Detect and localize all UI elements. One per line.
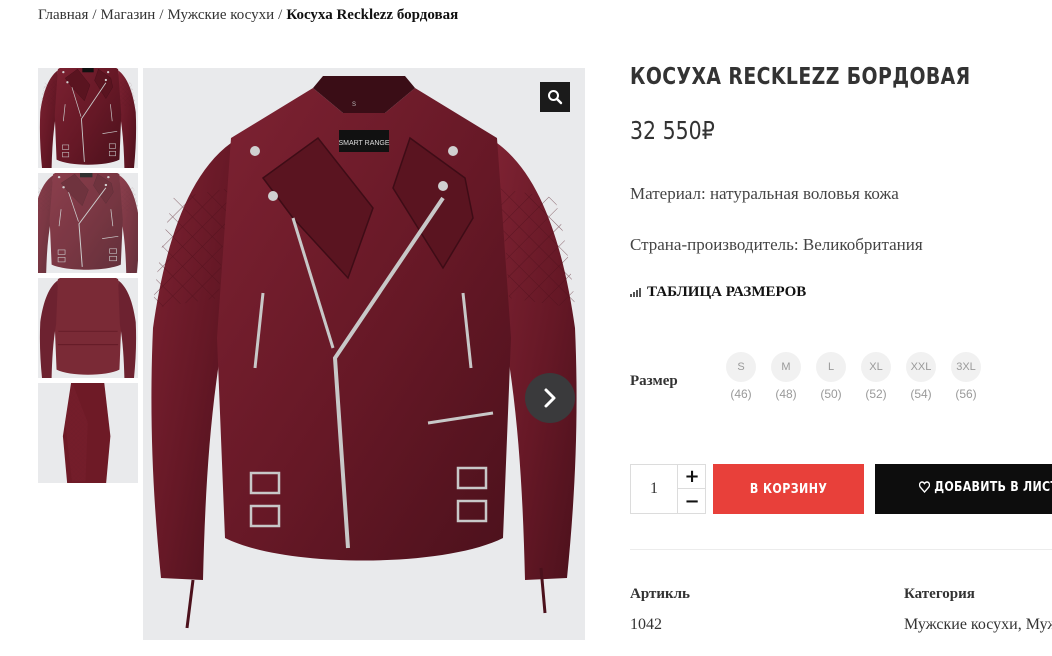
divider [630, 549, 1052, 550]
sku-label: Артикль [630, 586, 690, 602]
jacket-size-tag: S [352, 102, 356, 108]
size-table-link[interactable]: ТАБЛИЦА РАЗМЕРОВ [630, 284, 806, 301]
size-option-m[interactable]: M (48) [771, 352, 801, 401]
size-option-s[interactable]: S (46) [726, 352, 756, 401]
breadcrumb: Главная / Магазин / Мужские косухи / Косуха Re… [38, 7, 458, 24]
zoom-button[interactable] [540, 82, 570, 112]
thumbnail-back[interactable] [38, 278, 138, 378]
product-title: КОСУХА RECKLEZZ БОРДОВАЯ [630, 64, 971, 90]
size-option-letter: 3XL [951, 352, 981, 382]
size-option-number: (54) [910, 387, 932, 401]
breadcrumb-separator: / [278, 7, 283, 23]
size-option-letter: S [726, 352, 756, 382]
breadcrumb-separator: / [92, 7, 97, 23]
product-image[interactable]: SMART RANGE S [143, 68, 585, 640]
thumbnail-side[interactable] [38, 383, 138, 483]
product-country: Страна-производитель: Великобритания [630, 235, 923, 254]
size-option-letter: XXL [906, 352, 936, 382]
size-option-xxl[interactable]: XXL (54) [906, 352, 936, 401]
search-icon [548, 90, 563, 105]
size-option-3xl[interactable]: 3XL (56) [951, 352, 981, 401]
breadcrumb-link-category[interactable]: Мужские косухи [168, 7, 275, 23]
chevron-right-icon [544, 388, 556, 408]
size-option-number: (52) [865, 387, 887, 401]
add-to-wishlist-button[interactable]: ДОБАВИТЬ В ЛИСТ Ж [875, 464, 1052, 514]
add-to-cart-label: В КОРЗИНУ [749, 481, 828, 497]
category-link[interactable]: Мужские косухи, Муж [904, 616, 1052, 633]
size-option-letter: XL [861, 352, 891, 382]
size-option-xl[interactable]: XL (52) [861, 352, 891, 401]
quantity-decrease-button[interactable]: − [677, 489, 706, 513]
jacket-label-text: SMART RANGE [338, 140, 389, 147]
bar-chart-icon [630, 288, 641, 298]
next-image-button[interactable] [525, 373, 575, 423]
product-price: 32 550₽ [630, 116, 715, 145]
thumbnail-front-angle[interactable] [38, 173, 138, 273]
size-option-number: (50) [820, 387, 842, 401]
size-option-letter: L [816, 352, 846, 382]
quantity-stepper: + − [630, 464, 706, 514]
size-option-l[interactable]: L (50) [816, 352, 846, 401]
product-material: Материал: натуральная воловья кожа [630, 184, 899, 203]
quantity-input[interactable] [631, 465, 677, 513]
size-option-number: (46) [730, 387, 752, 401]
add-to-cart-button[interactable]: В КОРЗИНУ [713, 464, 864, 514]
breadcrumb-link-shop[interactable]: Магазин [101, 7, 156, 23]
jacket-illustration: SMART RANGE S [149, 74, 579, 630]
heart-icon [918, 481, 931, 494]
size-label: Размер [630, 373, 678, 389]
thumbnail-list [38, 68, 138, 488]
size-table-label: ТАБЛИЦА РАЗМЕРОВ [647, 284, 807, 300]
thumbnail-front[interactable] [38, 68, 138, 168]
size-option-number: (56) [955, 387, 977, 401]
quantity-increase-button[interactable]: + [677, 465, 706, 489]
size-option-number: (48) [775, 387, 797, 401]
breadcrumb-separator: / [159, 7, 164, 23]
category-label: Категория [904, 586, 975, 602]
sku-value: 1042 [630, 616, 662, 633]
breadcrumb-link-home[interactable]: Главная [38, 7, 88, 23]
breadcrumb-current: Косуха Recklezz бордовая [286, 7, 459, 23]
add-to-wishlist-label: ДОБАВИТЬ В ЛИСТ Ж [934, 480, 1052, 495]
size-option-letter: M [771, 352, 801, 382]
